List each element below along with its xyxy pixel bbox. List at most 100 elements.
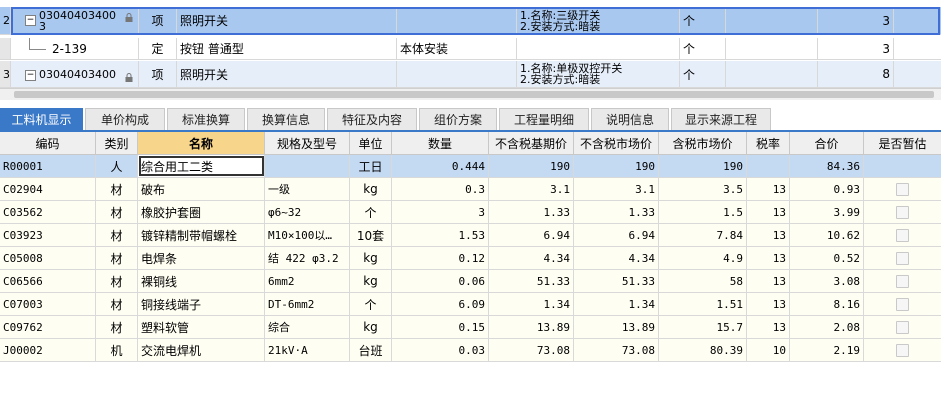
item-extra[interactable] [894, 61, 941, 87]
item-code-cell[interactable]: − 03040403400 3 [11, 7, 139, 34]
provisional-checkbox[interactable] [896, 343, 909, 357]
cell-category[interactable]: 材 [96, 316, 138, 338]
cell-name[interactable]: 镀锌精制带帽螺栓 [138, 224, 265, 246]
provisional-checkbox[interactable] [896, 297, 909, 311]
cell-quantity[interactable]: 0.06 [392, 270, 489, 292]
resource-row[interactable]: C02904 材破布 一级 kg 0.3 3.1 3.1 3.5 13 0.93 [0, 178, 941, 201]
cell-name[interactable]: 交流电焊机 [138, 339, 265, 361]
horizontal-scrollbar[interactable] [0, 88, 941, 100]
col-quantity[interactable]: 数量 [392, 132, 489, 154]
cell-unit[interactable]: kg [350, 316, 392, 338]
cell-total[interactable]: 3.08 [790, 270, 864, 292]
cell-name[interactable]: 综合用工二类 [138, 155, 265, 177]
cell-market-price-tax[interactable]: 15.7 [659, 316, 747, 338]
provisional-checkbox[interactable] [896, 320, 909, 334]
expand-collapse-icon[interactable]: − [25, 70, 36, 81]
col-name[interactable]: 名称 [138, 132, 265, 154]
cell-provisional[interactable] [864, 339, 941, 361]
cell-base-price[interactable]: 51.33 [489, 270, 574, 292]
cell-market-price-tax[interactable]: 1.51 [659, 293, 747, 315]
item-qty[interactable]: 3 [818, 7, 894, 34]
item-unit[interactable]: 个 [680, 7, 726, 34]
item-features[interactable]: 1.名称:单极双控开关 2.安装方式:暗装 [517, 61, 680, 87]
col-provisional[interactable]: 是否暂估 [864, 132, 941, 154]
cell-category[interactable]: 材 [96, 247, 138, 269]
item-qty[interactable]: 8 [818, 61, 894, 87]
col-spec[interactable]: 规格及型号 [265, 132, 350, 154]
cell-category[interactable]: 材 [96, 270, 138, 292]
cell-quantity[interactable]: 0.12 [392, 247, 489, 269]
cell-name[interactable]: 破布 [138, 178, 265, 200]
tab-standard-conversion[interactable]: 标准换算 [167, 108, 245, 130]
cell-code[interactable]: C06566 [0, 270, 96, 292]
cell-market-price[interactable]: 73.08 [574, 339, 659, 361]
cell-spec[interactable]: 一级 [265, 178, 350, 200]
col-category[interactable]: 类别 [96, 132, 138, 154]
quota-content[interactable]: 本体安装 [397, 38, 517, 59]
cell-market-price-tax[interactable]: 190 [659, 155, 747, 177]
cell-base-price[interactable]: 6.94 [489, 224, 574, 246]
item-name[interactable]: 照明开关 [177, 7, 397, 34]
cell-unit[interactable]: 台班 [350, 339, 392, 361]
cell-tax-rate[interactable] [747, 155, 790, 177]
cell-quantity[interactable]: 0.444 [392, 155, 489, 177]
item-unit[interactable]: 个 [680, 61, 726, 87]
cell-base-price[interactable]: 190 [489, 155, 574, 177]
provisional-checkbox[interactable] [896, 228, 909, 242]
cell-market-price[interactable]: 1.34 [574, 293, 659, 315]
cell-spec[interactable]: DT-6mm2 [265, 293, 350, 315]
cell-spec[interactable]: 结 422 φ3.2 [265, 247, 350, 269]
cell-spec[interactable]: 21kV·A [265, 339, 350, 361]
col-market-price-tax[interactable]: 含税市场价 [659, 132, 747, 154]
cell-unit[interactable]: 工日 [350, 155, 392, 177]
cell-code[interactable]: C07003 [0, 293, 96, 315]
tab-conversion-info[interactable]: 换算信息 [247, 108, 325, 130]
cell-total[interactable]: 2.08 [790, 316, 864, 338]
cell-market-price[interactable]: 3.1 [574, 178, 659, 200]
resource-row[interactable]: C07003 材铜接线端子 DT-6mm2 个 6.09 1.34 1.34 1.51 13 8.… [0, 293, 941, 316]
cell-tax-rate[interactable]: 13 [747, 293, 790, 315]
resource-row[interactable]: C03923 材镀锌精制带帽螺栓 M10×100以… 10套 1.53 6.94 6.94 7… [0, 224, 941, 247]
cell-market-price[interactable]: 6.94 [574, 224, 659, 246]
cell-base-price[interactable]: 73.08 [489, 339, 574, 361]
cell-unit[interactable]: kg [350, 178, 392, 200]
cell-quantity[interactable]: 0.3 [392, 178, 489, 200]
cell-base-price[interactable]: 3.1 [489, 178, 574, 200]
cell-provisional[interactable] [864, 224, 941, 246]
quota-name[interactable]: 按钮 普通型 [177, 38, 397, 59]
cell-provisional[interactable] [864, 270, 941, 292]
item-content[interactable] [397, 7, 517, 34]
cell-base-price[interactable]: 4.34 [489, 247, 574, 269]
col-market-price[interactable]: 不含税市场价 [574, 132, 659, 154]
cell-unit[interactable]: 个 [350, 201, 392, 223]
cell-name[interactable]: 橡胶护套圈 [138, 201, 265, 223]
quota-code-cell[interactable]: 2-139 [11, 38, 139, 59]
col-base-price[interactable]: 不含税基期价 [489, 132, 574, 154]
resource-row[interactable]: C05008 材电焊条结 422 φ3.2 kg 0.12 4.34 4.34 4.9 13 0… [0, 247, 941, 270]
tab-source-project[interactable]: 显示来源工程 [671, 108, 771, 130]
cell-code[interactable]: C05008 [0, 247, 96, 269]
cell-name[interactable]: 塑料软管 [138, 316, 265, 338]
cell-market-price-tax[interactable]: 1.5 [659, 201, 747, 223]
cell-market-price[interactable]: 4.34 [574, 247, 659, 269]
cell-quantity[interactable]: 0.03 [392, 339, 489, 361]
cell-code[interactable]: C09762 [0, 316, 96, 338]
cell-provisional[interactable] [864, 316, 941, 338]
cell-market-price-tax[interactable]: 7.84 [659, 224, 747, 246]
cell-tax-rate[interactable]: 10 [747, 339, 790, 361]
quota-row[interactable]: 2-139 定 按钮 普通型 本体安装 个 3 [0, 38, 941, 60]
provisional-checkbox[interactable] [896, 251, 909, 265]
cell-total[interactable]: 0.93 [790, 178, 864, 200]
tab-features-content[interactable]: 特征及内容 [327, 108, 417, 130]
cell-provisional[interactable] [864, 178, 941, 200]
quota-features[interactable] [517, 38, 680, 59]
cell-spec[interactable] [265, 155, 350, 177]
col-unit[interactable]: 单位 [350, 132, 392, 154]
cell-tax-rate[interactable]: 13 [747, 316, 790, 338]
cell-name[interactable]: 电焊条 [138, 247, 265, 269]
scrollbar-thumb[interactable] [14, 91, 934, 98]
tab-description[interactable]: 说明信息 [591, 108, 669, 130]
cell-name[interactable]: 铜接线端子 [138, 293, 265, 315]
quota-extra[interactable] [894, 38, 941, 59]
cell-market-price[interactable]: 1.33 [574, 201, 659, 223]
